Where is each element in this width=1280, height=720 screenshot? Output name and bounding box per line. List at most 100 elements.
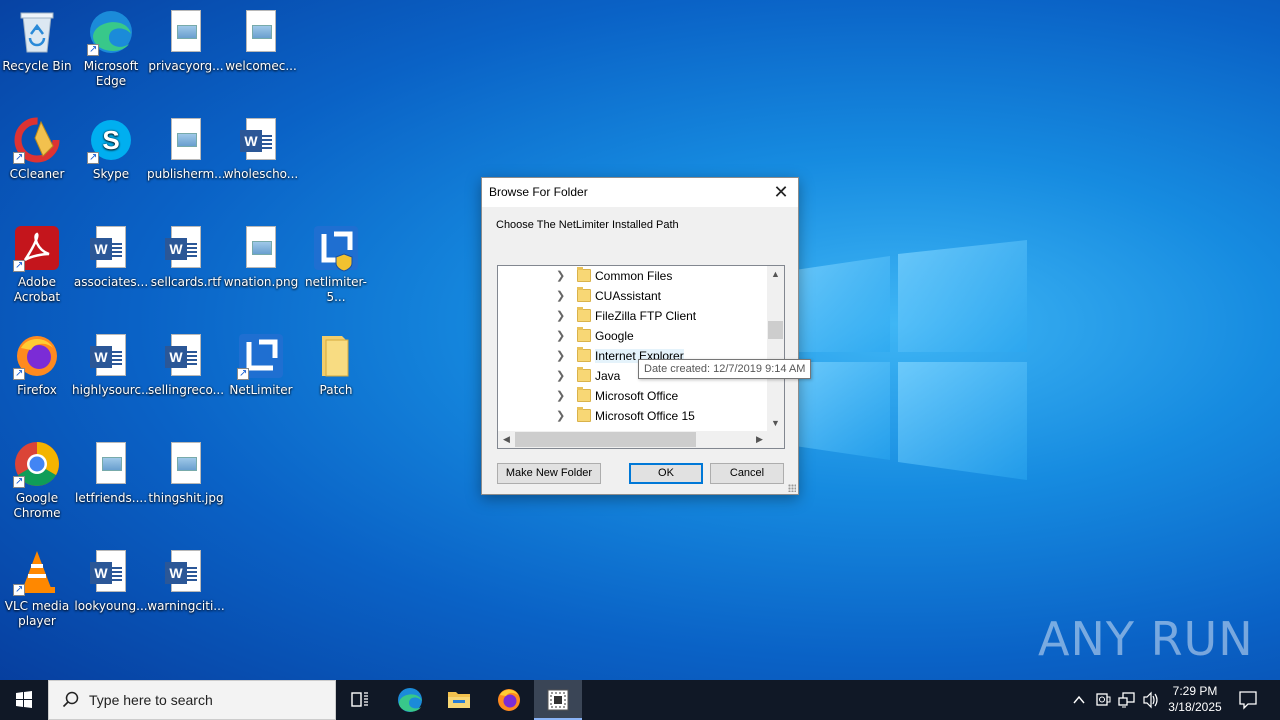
scroll-left-icon[interactable]: ◀ <box>498 431 515 448</box>
desktop-icon-recycle-bin[interactable]: Recycle Bin <box>0 8 76 74</box>
network-icon <box>1118 692 1135 708</box>
image-file-icon <box>162 116 210 164</box>
acrobat-icon <box>13 224 61 273</box>
desktop-icon-warningciti[interactable]: W warningciti... <box>147 548 225 614</box>
icon-label: Google Chrome <box>13 491 61 520</box>
folder-icon <box>312 332 360 380</box>
dialog-prompt: Choose The NetLimiter Installed Path <box>496 219 679 231</box>
search-box[interactable]: Type here to search <box>48 680 336 720</box>
windows-logo-wallpaper <box>795 240 1027 480</box>
taskbar-file-explorer[interactable] <box>435 680 483 720</box>
chevron-right-icon[interactable]: ❯ <box>556 309 565 322</box>
tree-item-cuassistant[interactable]: ❯ CUAssistant <box>498 286 768 306</box>
browse-for-folder-dialog: Browse For Folder ✕ Choose The NetLimite… <box>481 177 799 495</box>
action-center-button[interactable] <box>1236 680 1260 720</box>
netlimiter-installer-icon <box>312 224 360 272</box>
dialog-titlebar[interactable]: Browse For Folder ✕ <box>482 178 798 207</box>
icon-label: Skype <box>92 167 130 181</box>
folder-icon <box>577 407 591 422</box>
desktop-icon-google-chrome[interactable]: Google Chrome <box>0 440 76 521</box>
tree-item-label: Google <box>595 329 634 343</box>
scroll-thumb[interactable] <box>768 321 783 339</box>
folder-tree[interactable]: ❯ Common Files ❯ CUAssistant ❯ FileZilla FT… <box>497 265 785 449</box>
chevron-right-icon[interactable]: ❯ <box>556 349 565 362</box>
icon-label: Recycle Bin <box>2 59 72 73</box>
desktop-icon-skype[interactable]: S Skype <box>72 116 150 182</box>
scroll-up-icon[interactable]: ▲ <box>767 266 784 283</box>
resize-grip[interactable] <box>788 484 796 492</box>
scroll-thumb[interactable] <box>515 432 696 447</box>
tree-item-label: Java <box>595 369 621 383</box>
icon-label: CCleaner <box>9 167 65 181</box>
desktop-icon-wholescho[interactable]: W wholescho... <box>222 116 300 182</box>
icon-label: Patch <box>319 383 353 397</box>
chevron-right-icon[interactable]: ❯ <box>556 369 565 382</box>
tree-item-microsoft-office-15[interactable]: ❯ Microsoft Office 15 <box>498 406 768 426</box>
taskbar-edge[interactable] <box>386 680 434 720</box>
tree-item-filezilla[interactable]: ❯ FileZilla FTP Client <box>498 306 768 326</box>
network-button[interactable] <box>1116 680 1138 720</box>
speaker-icon <box>1143 691 1158 709</box>
task-view-button[interactable] <box>336 680 384 720</box>
desktop-icon-sellcards[interactable]: W sellcards.rtf <box>147 224 225 290</box>
cancel-button[interactable]: Cancel <box>710 463 784 484</box>
desktop-icon-wnation[interactable]: wnation.png <box>222 224 300 290</box>
start-button[interactable] <box>0 680 48 720</box>
scroll-down-icon[interactable]: ▼ <box>767 415 784 432</box>
watermark: ANY RUN <box>1038 612 1254 666</box>
chevron-right-icon[interactable]: ❯ <box>556 289 565 302</box>
clock-time: 7:29 PM <box>1172 684 1218 698</box>
desktop-icon-firefox[interactable]: Firefox <box>0 332 76 398</box>
chevron-right-icon[interactable]: ❯ <box>556 409 565 422</box>
tree-item-google[interactable]: ❯ Google <box>498 326 768 346</box>
desktop-icon-netlimiter-installer[interactable]: netlimiter-5... <box>297 224 375 305</box>
vertical-scrollbar[interactable]: ▲ ▼ <box>767 266 784 432</box>
desktop-icon-ccleaner[interactable]: CCleaner <box>0 116 76 182</box>
close-button[interactable]: ✕ <box>764 178 798 207</box>
system-clock[interactable]: 7:29 PM 3/18/2025 <box>1162 683 1228 715</box>
tree-item-microsoft-office[interactable]: ❯ Microsoft Office <box>498 386 768 406</box>
folder-icon <box>577 267 591 282</box>
folder-icon <box>577 347 591 362</box>
desktop-icon-associates[interactable]: W associates... <box>72 224 150 290</box>
firefox-icon <box>498 689 520 711</box>
chevron-right-icon[interactable]: ❯ <box>556 329 565 342</box>
word-document-icon: W <box>87 548 135 596</box>
desktop-icon-adobe-acrobat[interactable]: Adobe Acrobat <box>0 224 76 305</box>
desktop-icon-netlimiter[interactable]: NetLimiter <box>222 332 300 398</box>
desktop-icon-microsoft-edge[interactable]: Microsoft Edge <box>72 8 150 89</box>
taskbar-netlimiter-setup[interactable] <box>534 680 582 720</box>
tree-item-label: FileZilla FTP Client <box>595 309 697 323</box>
icon-label: privacyorg... <box>148 59 224 73</box>
taskbar: Type here to search 7:29 PM 3/18/2025 <box>0 680 1280 720</box>
taskbar-firefox[interactable] <box>485 680 533 720</box>
scroll-right-icon[interactable]: ▶ <box>751 431 768 448</box>
desktop-icon-patch[interactable]: Patch <box>297 332 375 398</box>
desktop-icon-publisherm[interactable]: publisherm... <box>147 116 226 182</box>
ccleaner-icon <box>13 116 61 165</box>
volume-button[interactable] <box>1140 680 1162 720</box>
svg-text:S: S <box>102 125 119 155</box>
desktop-icon-welcomec[interactable]: welcomec... <box>222 8 300 74</box>
icon-label: welcomec... <box>225 59 297 73</box>
show-hidden-icons[interactable] <box>1068 680 1090 720</box>
desktop-icon-sellingreco[interactable]: W sellingreco... <box>147 332 225 398</box>
icon-label: netlimiter-5... <box>305 275 367 304</box>
folder-icon <box>577 327 591 342</box>
tray-device-icon <box>1096 693 1111 706</box>
tree-item-common-files[interactable]: ❯ Common Files <box>498 266 768 286</box>
desktop-icon-letfriends[interactable]: letfriends.... <box>72 440 150 506</box>
icon-label: lookyoung... <box>74 599 148 613</box>
desktop-icon-lookyoung[interactable]: W lookyoung... <box>72 548 150 614</box>
netlimiter-icon <box>237 332 285 381</box>
desktop-icon-thingshit[interactable]: thingshit.jpg <box>147 440 225 506</box>
desktop-icon-vlc[interactable]: VLC media player <box>0 548 76 629</box>
chevron-right-icon[interactable]: ❯ <box>556 269 565 282</box>
desktop-icon-highlysourc[interactable]: W highlysourc... <box>72 332 153 398</box>
chevron-right-icon[interactable]: ❯ <box>556 389 565 402</box>
desktop-icon-privacyorg[interactable]: privacyorg... <box>147 8 225 74</box>
make-new-folder-button[interactable]: Make New Folder <box>497 463 601 484</box>
ok-button[interactable]: OK <box>629 463 703 484</box>
tray-app-icon[interactable] <box>1092 680 1114 720</box>
horizontal-scrollbar[interactable]: ◀ ▶ <box>498 431 768 448</box>
